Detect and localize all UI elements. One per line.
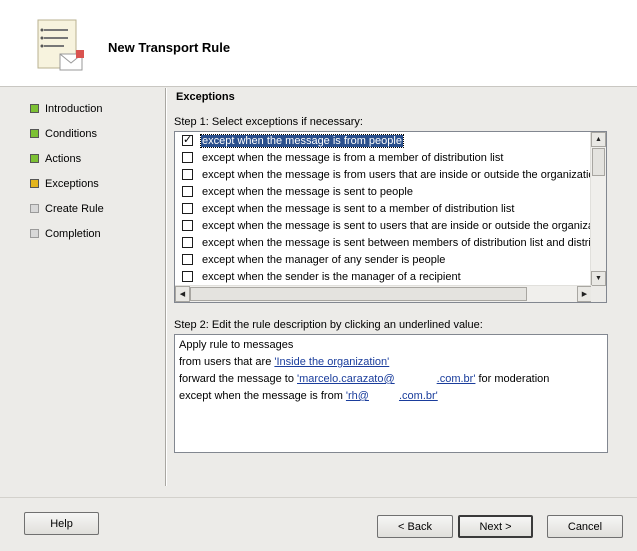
exception-item[interactable]: except when the message is from a member… <box>175 149 592 166</box>
nav-item-actions[interactable]: Actions <box>30 146 160 171</box>
nav-item-label: Actions <box>45 152 82 165</box>
exception-checkbox[interactable] <box>182 203 193 214</box>
exception-checkbox[interactable] <box>182 152 193 163</box>
back-button[interactable]: < Back <box>377 515 453 538</box>
scroll-down-icon[interactable]: ▼ <box>591 271 606 286</box>
nav-item-exceptions[interactable]: Exceptions <box>30 171 160 196</box>
exception-checkbox[interactable] <box>182 169 193 180</box>
desc-text: from users that are <box>179 356 275 368</box>
nav-item-create-rule[interactable]: Create Rule <box>30 196 160 221</box>
step-status-icon <box>30 104 39 113</box>
wizard-header: New Transport Rule <box>0 0 637 87</box>
help-button[interactable]: Help <box>24 512 99 535</box>
exception-label: except when the message is from a member… <box>202 151 504 164</box>
exception-item[interactable]: except when the message is from people <box>175 132 592 149</box>
exception-checkbox[interactable] <box>182 237 193 248</box>
exception-item[interactable]: except when the manager of any sender is… <box>175 251 592 268</box>
step-status-icon <box>30 229 39 238</box>
horizontal-scroll-thumb[interactable] <box>190 287 527 301</box>
nav-item-conditions[interactable]: Conditions <box>30 121 160 146</box>
desc-line-forward: forward the message to 'marcelo.carazato… <box>179 371 603 388</box>
next-button[interactable]: Next > <box>458 515 533 538</box>
scroll-right-icon[interactable]: ▶ <box>577 286 592 302</box>
exception-item[interactable]: except when the message is sent between … <box>175 234 592 251</box>
cancel-button[interactable]: Cancel <box>547 515 623 538</box>
divider <box>165 88 166 486</box>
rule-description-box: Apply rule to messages from users that a… <box>174 334 608 453</box>
exceptions-list[interactable]: except when the message is from people ex… <box>174 131 607 303</box>
desc-text: for moderation <box>475 373 550 385</box>
desc-text: except when the message is from <box>179 390 346 402</box>
exception-label: except when the message is sent to users… <box>202 219 592 232</box>
sender-address-link[interactable]: 'rh@ .com.br' <box>346 390 438 402</box>
exception-label: except when the message is sent to peopl… <box>202 185 413 198</box>
exception-label: except when the sender is the manager of… <box>202 270 461 283</box>
horizontal-scrollbar[interactable]: ◀ ▶ <box>175 285 592 302</box>
nav-item-label: Create Rule <box>45 202 104 215</box>
exception-item[interactable]: except when the message is sent to users… <box>175 217 592 234</box>
desc-line-from-users: from users that are 'Inside the organiza… <box>179 354 603 371</box>
vertical-scroll-thumb[interactable] <box>592 148 605 176</box>
exception-label: except when the message is sent between … <box>202 236 592 249</box>
nav-item-completion[interactable]: Completion <box>30 221 160 246</box>
nav-item-label: Introduction <box>45 102 103 115</box>
section-title: Exceptions <box>176 91 235 103</box>
step-status-icon <box>30 129 39 138</box>
exception-checkbox[interactable] <box>182 133 193 146</box>
nav-item-label: Conditions <box>45 127 97 140</box>
exception-item[interactable]: except when the message is sent to peopl… <box>175 183 592 200</box>
exception-checkbox[interactable] <box>182 186 193 197</box>
scroll-corner <box>591 286 606 302</box>
exception-label: except when the message is sent to a mem… <box>202 202 515 215</box>
step-status-icon <box>30 204 39 213</box>
exception-checkbox[interactable] <box>182 271 193 282</box>
exception-item[interactable]: except when the message is from users th… <box>175 166 592 183</box>
step1-label: Step 1: Select exceptions if necessary: <box>174 116 363 128</box>
exception-checkbox[interactable] <box>182 220 193 231</box>
transport-rule-icon <box>30 14 90 80</box>
exception-item[interactable]: except when the sender is the manager of… <box>175 268 592 285</box>
nav-item-label: Exceptions <box>45 177 99 190</box>
step-status-icon <box>30 179 39 188</box>
exception-checkbox[interactable] <box>182 254 193 265</box>
exception-item[interactable]: except when the message is sent to a mem… <box>175 200 592 217</box>
vertical-scrollbar[interactable]: ▲ ▼ <box>590 132 606 286</box>
exception-label: except when the message is from users th… <box>202 168 592 181</box>
desc-line-apply: Apply rule to messages <box>179 339 294 351</box>
desc-line-except: except when the message is from 'rh@ .com… <box>179 388 603 405</box>
desc-text: forward the message to <box>179 373 298 385</box>
moderator-address-link[interactable]: 'marcelo.carazato@ .com.br' <box>297 373 475 385</box>
wizard-title: New Transport Rule <box>108 40 231 55</box>
exception-label: except when the message is from people <box>200 133 404 148</box>
scroll-up-icon[interactable]: ▲ <box>591 132 606 147</box>
step2-label: Step 2: Edit the rule description by cli… <box>174 319 483 331</box>
exceptions-list-items: except when the message is from people ex… <box>175 132 592 286</box>
wizard-step-nav: Introduction Conditions Actions Exceptions C… <box>30 96 160 246</box>
nav-item-introduction[interactable]: Introduction <box>30 96 160 121</box>
nav-item-label: Completion <box>45 227 101 240</box>
inside-organization-link[interactable]: 'Inside the organization' <box>274 356 389 368</box>
scroll-left-icon[interactable]: ◀ <box>175 286 190 302</box>
footer-divider <box>0 497 637 498</box>
step-status-icon <box>30 154 39 163</box>
exception-label: except when the manager of any sender is… <box>202 253 446 266</box>
